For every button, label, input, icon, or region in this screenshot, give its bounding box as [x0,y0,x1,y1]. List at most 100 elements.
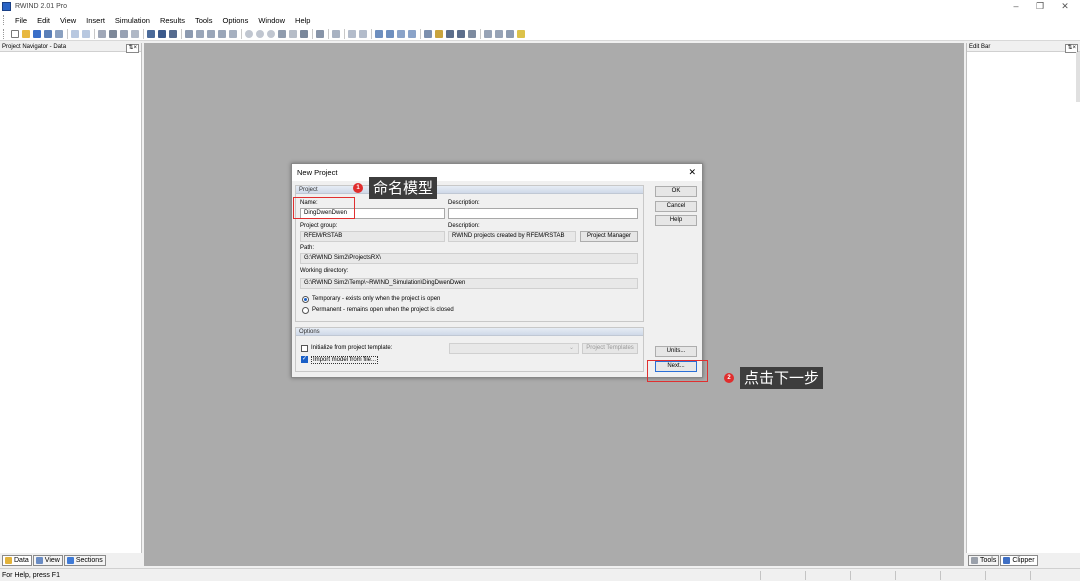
save-icon[interactable] [32,29,42,39]
redo-icon[interactable] [81,29,91,39]
print-preview-icon[interactable] [54,29,64,39]
import-icon[interactable] [494,29,504,39]
rotate-icon[interactable] [255,29,265,39]
open-folder-icon[interactable] [21,29,31,39]
contour-icon[interactable] [396,29,406,39]
temporary-radio-label[interactable]: Temporary - exists only when the project… [312,296,440,302]
cut-icon[interactable] [467,29,477,39]
project-manager-button[interactable]: Project Manager [580,231,638,242]
measure-icon[interactable] [445,29,455,39]
wind-icon[interactable] [157,29,167,39]
print-icon[interactable] [43,29,53,39]
toolbar-separator [420,28,421,39]
toolbar-separator [480,28,481,39]
tab-view[interactable]: View [32,555,63,566]
project-templates-button[interactable]: Project Templates [582,343,638,354]
menu-tools[interactable]: Tools [190,16,218,25]
tab-tools[interactable]: Tools [968,555,1000,566]
temporary-radio[interactable] [302,296,309,303]
display-icon[interactable] [299,29,309,39]
toolbar-separator [241,28,242,39]
status-cell [940,571,985,580]
filter-icon[interactable] [315,29,325,39]
help-button[interactable]: Help [655,215,697,226]
wireframe-icon[interactable] [288,29,298,39]
new-file-icon[interactable] [10,29,20,39]
status-cell [805,571,850,580]
init-template-checkbox[interactable] [301,345,308,352]
permanent-radio-label[interactable]: Permanent - remains open when the projec… [312,307,454,313]
undo-icon[interactable] [70,29,80,39]
init-template-label[interactable]: Initialize from project template: [311,345,392,351]
path-label: Path: [300,245,315,251]
menu-simulation[interactable]: Simulation [110,16,155,25]
menu-file[interactable]: File [10,16,32,25]
zoom-icon[interactable] [244,29,254,39]
units-button[interactable]: Units... [655,346,697,357]
tab-tools-label: Tools [980,557,997,564]
toolbar-separator [94,28,95,39]
tab-sections[interactable]: Sections [63,555,106,566]
run-simulation-icon[interactable] [146,29,156,39]
edit-icon[interactable] [331,29,341,39]
sections-icon [66,557,74,564]
view-all-icon[interactable] [228,29,238,39]
menu-help[interactable]: Help [290,16,315,25]
tab-view-label: View [44,557,60,564]
toolbar-grip [3,28,6,39]
panel-pin-close-icon[interactable]: ⇅× [126,44,139,53]
edit-bar-panel: Edit Bar ⇅× [966,43,1080,553]
tab-data[interactable]: Data [2,555,32,566]
close-icon[interactable]: ✕ [1050,0,1080,13]
import-model-checkbox[interactable]: ✓ [301,356,308,363]
streamline-icon[interactable] [374,29,384,39]
view-front-icon[interactable] [195,29,205,39]
toolbar-separator [67,28,68,39]
settings-icon[interactable] [505,29,515,39]
table-icon[interactable] [130,29,140,39]
mesh-icon[interactable] [168,29,178,39]
render-icon[interactable] [277,29,287,39]
info-icon[interactable] [516,29,526,39]
layer-icon[interactable] [423,29,433,39]
menu-options[interactable]: Options [217,16,253,25]
description-label: Description: [448,200,480,206]
menu-edit[interactable]: Edit [32,16,55,25]
pencil-icon[interactable] [434,29,444,39]
group-description-field: RWIND projects created by RFEM/RSTAB [448,231,576,242]
menu-results[interactable]: Results [155,16,190,25]
pan-icon[interactable] [266,29,276,39]
menu-insert[interactable]: Insert [81,16,110,25]
dialog-close-icon[interactable]: ✕ [688,164,696,181]
description-input[interactable] [448,208,638,219]
permanent-radio[interactable] [302,307,309,314]
import-model-label[interactable]: Import model from file... [311,356,379,364]
toolbar [0,27,1080,41]
tab-clipper[interactable]: Clipper [1000,555,1038,566]
data-icon [5,557,12,564]
vector-icon[interactable] [385,29,395,39]
cancel-button[interactable]: Cancel [655,201,697,212]
view-side-icon[interactable] [206,29,216,39]
menu-view[interactable]: View [55,16,81,25]
grid-icon[interactable] [119,29,129,39]
ok-button[interactable]: OK [655,186,697,197]
tab-data-label: Data [14,557,29,564]
view-iso-icon[interactable] [184,29,194,39]
working-dir-field: G:\RWIND Sim2\Temp\~RWIND_Simulation\Din… [300,278,638,289]
clipper-icon [1003,557,1011,564]
probe-icon[interactable] [407,29,417,39]
clip-icon[interactable] [456,29,466,39]
tab-clipper-label: Clipper [1012,557,1035,564]
template-select[interactable] [449,343,579,354]
export-icon[interactable] [483,29,493,39]
move-icon[interactable] [108,29,118,39]
project-group-select[interactable]: RFEM/RSTAB [300,231,445,242]
axes-icon[interactable] [347,29,357,39]
select-icon[interactable] [97,29,107,39]
view-top-icon[interactable] [217,29,227,39]
scrollbar[interactable] [1076,52,1080,102]
status-cell [760,571,805,580]
menu-window[interactable]: Window [253,16,290,25]
section-icon[interactable] [358,29,368,39]
